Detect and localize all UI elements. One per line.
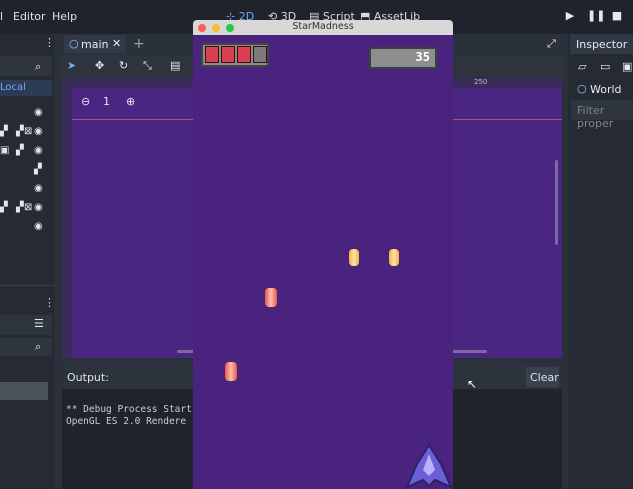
health-cell-empty xyxy=(253,46,267,63)
tab-main-label: main xyxy=(81,38,109,51)
game-window-title: StarMadness xyxy=(292,21,354,32)
filter-placeholder: Filter proper xyxy=(577,104,614,130)
node-script-icon[interactable]: ▞ xyxy=(34,165,46,175)
scene-circle-icon: ○ xyxy=(69,37,79,50)
health-cell-filled xyxy=(237,46,251,63)
enemy-bullet xyxy=(389,249,399,266)
world-section[interactable]: ○ World xyxy=(570,79,633,97)
fullscreen-icon[interactable]: ⤢ xyxy=(547,37,556,51)
rotate-tool-icon[interactable]: ↻ xyxy=(119,60,128,71)
scale-tool-icon[interactable]: ⤡ xyxy=(143,60,152,71)
search-icon[interactable]: ⌕ xyxy=(35,61,41,72)
output-title: Output: xyxy=(67,371,109,384)
pause-button[interactable]: ❚❚ xyxy=(587,9,605,25)
menu-help[interactable]: Help xyxy=(52,10,77,23)
stop-button[interactable]: ■ xyxy=(610,9,624,25)
open-folder-icon[interactable]: ▭ xyxy=(600,61,610,72)
log-line: OpenGL ES 2.0 Rendere xyxy=(66,416,187,427)
new-resource-icon[interactable]: ▱ xyxy=(578,61,586,72)
script-icon[interactable]: ▞ xyxy=(0,203,12,213)
visibility-eye-icon[interactable]: ◉ xyxy=(34,203,46,213)
scene-search-bar[interactable] xyxy=(0,56,52,76)
dock-menu-icon[interactable]: ⋮ xyxy=(44,297,55,308)
ruler-left xyxy=(62,78,72,358)
game-canvas[interactable] xyxy=(193,35,453,489)
play-button[interactable]: ▶ xyxy=(563,9,577,25)
selected-file-row[interactable] xyxy=(0,382,48,400)
dock-menu-icon[interactable]: ⋮ xyxy=(44,37,55,48)
player-ship-icon xyxy=(405,443,453,489)
health-cell-filled xyxy=(221,46,235,63)
node-script-icon[interactable]: ▞ xyxy=(16,146,28,156)
zoom-in-icon[interactable]: ⊕ xyxy=(126,96,135,107)
script-icon[interactable]: ▞ xyxy=(0,127,12,137)
add-tab-icon[interactable]: + xyxy=(133,36,145,52)
select-tool-icon[interactable]: ➤ xyxy=(67,60,76,71)
log-line: ** Debug Process Start xyxy=(66,404,192,415)
mouse-cursor-icon: ↖ xyxy=(467,377,478,391)
inspector-tab[interactable]: Inspector xyxy=(570,34,633,54)
world-label: World xyxy=(590,83,622,96)
clear-button[interactable]: Clear xyxy=(526,367,559,387)
local-tab[interactable]: Local xyxy=(0,80,52,96)
menu-scene[interactable]: l xyxy=(0,10,3,23)
camera-icon[interactable]: ▣ xyxy=(0,146,12,156)
score-value: 35 xyxy=(415,50,430,64)
ruler-label: 250 xyxy=(474,78,488,86)
search-icon[interactable]: ⌕ xyxy=(35,341,41,352)
viewport-vscrollbar[interactable] xyxy=(555,160,558,245)
visibility-eye-icon[interactable]: ◉ xyxy=(34,127,46,137)
save-icon[interactable]: ▣ xyxy=(622,61,632,72)
clear-label: Clear xyxy=(530,371,559,384)
filesystem-path-bar[interactable] xyxy=(0,315,52,335)
inspector-title: Inspector xyxy=(576,38,628,51)
player-bullet xyxy=(225,362,237,381)
zoom-reset-button[interactable]: 1 xyxy=(103,96,110,107)
visibility-eye-icon[interactable]: ◉ xyxy=(34,184,46,194)
filesystem-search-bar[interactable] xyxy=(0,338,52,356)
filter-properties-input[interactable]: Filter proper xyxy=(571,100,633,130)
enemy-bullet xyxy=(349,249,359,266)
tab-main[interactable]: ○ main ✕ xyxy=(64,35,126,53)
visibility-eye-icon[interactable]: ◉ xyxy=(34,222,46,232)
move-tool-icon[interactable]: ✥ xyxy=(95,60,104,71)
split-view-icon[interactable]: ☰ xyxy=(34,318,44,329)
visibility-eye-icon[interactable]: ◉ xyxy=(34,146,46,156)
close-icon[interactable]: ✕ xyxy=(112,37,121,50)
zoom-out-icon[interactable]: ⊖ xyxy=(81,96,90,107)
world-circle-icon: ○ xyxy=(577,82,587,95)
visibility-eye-icon[interactable]: ◉ xyxy=(34,108,46,118)
menu-editor[interactable]: Editor xyxy=(13,10,46,23)
player-bullet xyxy=(265,288,277,307)
dock-divider[interactable] xyxy=(0,285,54,286)
local-label: Local xyxy=(0,82,26,93)
editor-window: l Editor Help ⊹ 2D ⟲ 3D ▤ Script ⬒ Asset… xyxy=(0,0,633,489)
list-tool-icon[interactable]: ▤ xyxy=(170,60,180,71)
health-cell-filled xyxy=(205,46,219,63)
scene-dock xyxy=(0,34,54,489)
